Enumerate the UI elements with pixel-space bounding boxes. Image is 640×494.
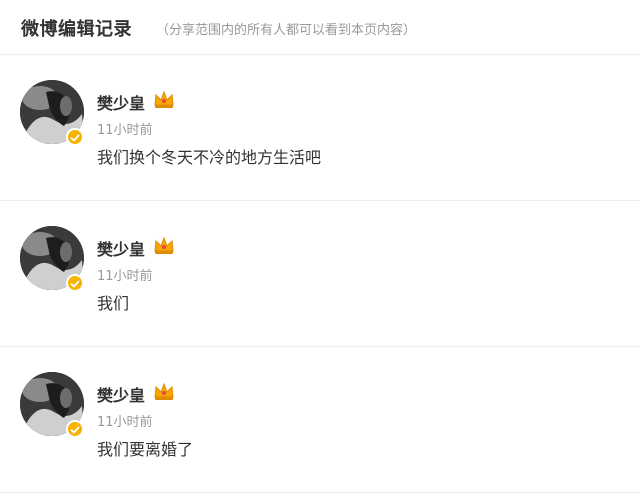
crown-icon (153, 89, 175, 111)
timestamp: 11小时前 (97, 269, 153, 284)
record-divider (0, 492, 640, 493)
username[interactable]: 樊少皇 (97, 382, 145, 406)
edit-record: 樊少皇 11小时前 我们 (0, 201, 640, 346)
timestamp: 11小时前 (97, 415, 153, 430)
page-title: 微博编辑记录 (21, 19, 132, 40)
visibility-note: （分享范围内的所有人都可以看到本页内容） (156, 23, 417, 38)
verified-icon (66, 420, 84, 438)
timestamp: 11小时前 (97, 123, 153, 138)
post-content: 我们换个冬天不冷的地方生活吧 (97, 148, 322, 167)
verified-icon (66, 274, 84, 292)
crown-icon (153, 381, 175, 403)
username[interactable]: 樊少皇 (97, 236, 145, 260)
post-content: 我们 (97, 294, 130, 313)
crown-icon (153, 235, 175, 257)
edit-record: 樊少皇 11小时前 我们换个冬天不冷的地方生活吧 (0, 55, 640, 200)
post-content: 我们要离婚了 (97, 440, 194, 459)
username[interactable]: 樊少皇 (97, 90, 145, 114)
verified-icon (66, 128, 84, 146)
page-header: 微博编辑记录 （分享范围内的所有人都可以看到本页内容） (0, 0, 640, 54)
edit-record: 樊少皇 11小时前 我们要离婚了 (0, 347, 640, 492)
